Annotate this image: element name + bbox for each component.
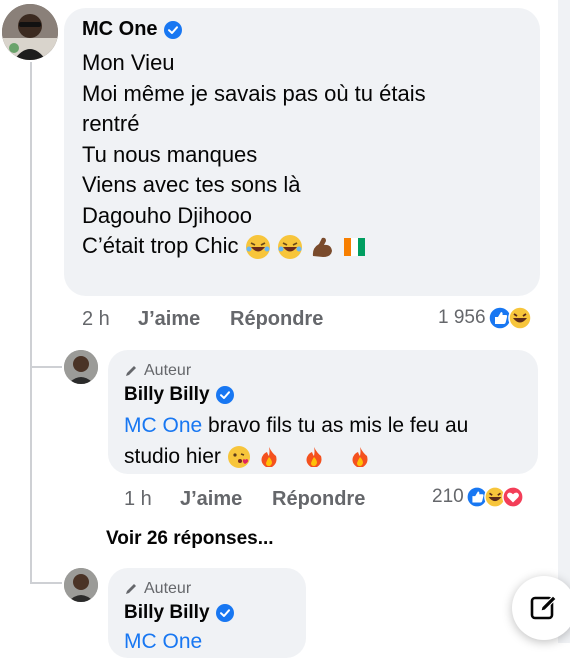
pencil-icon bbox=[126, 584, 136, 594]
reaction-summary[interactable]: 1 956 bbox=[438, 306, 532, 330]
comment-line: Dagouho Djihooo bbox=[82, 202, 253, 228]
author-name[interactable]: MC One bbox=[82, 18, 158, 41]
fire-emoji-icon bbox=[352, 447, 368, 468]
mention-link[interactable]: MC One bbox=[124, 630, 202, 654]
avatar[interactable] bbox=[64, 568, 98, 602]
author-tag-label: Auteur bbox=[144, 580, 192, 597]
thread-branch bbox=[30, 582, 62, 584]
laughing-emoji-icon bbox=[245, 235, 270, 260]
author-tag: Auteur bbox=[124, 580, 191, 598]
fire-emoji-icon bbox=[261, 447, 277, 468]
haha-reaction-icon bbox=[507, 306, 532, 330]
ivory-coast-flag-icon bbox=[344, 238, 366, 257]
reply-bubble: Auteur Billy Billy MC One bravo fils tu … bbox=[108, 350, 538, 474]
reply-line: MC One bravo fils tu as mis le feu au bbox=[124, 410, 468, 441]
avatar[interactable] bbox=[64, 350, 98, 384]
verified-icon bbox=[163, 20, 182, 39]
compose-icon bbox=[530, 595, 557, 620]
flexed-biceps-icon bbox=[312, 237, 332, 258]
reaction-summary[interactable]: 210 bbox=[432, 486, 524, 508]
avatar[interactable] bbox=[2, 4, 58, 60]
reply-time[interactable]: 1 h bbox=[124, 488, 152, 511]
comment-time[interactable]: 2 h bbox=[82, 308, 110, 331]
reaction-count: 1 956 bbox=[438, 307, 486, 328]
comment-line: rentré bbox=[82, 111, 140, 136]
pencil-icon bbox=[126, 366, 136, 376]
verified-icon bbox=[215, 604, 234, 622]
author-tag: Auteur bbox=[124, 362, 191, 380]
reply-button[interactable]: Répondre bbox=[230, 308, 323, 331]
like-button[interactable]: J’aime bbox=[138, 308, 200, 331]
reaction-count: 210 bbox=[432, 486, 464, 507]
reply-bubble: Auteur Billy Billy MC One bbox=[108, 568, 306, 658]
reply-text: MC One bravo fils tu as mis le feu au st… bbox=[124, 410, 468, 472]
love-reaction-icon bbox=[501, 486, 524, 508]
see-more-replies[interactable]: Voir 26 réponses... bbox=[106, 528, 274, 550]
comment-line: Moi même je savais pas où tu étais bbox=[82, 80, 426, 106]
author-name[interactable]: Billy Billy bbox=[124, 384, 210, 406]
comment-line: Tu nous manques bbox=[82, 141, 258, 167]
scroll-area-edge bbox=[558, 0, 570, 643]
kiss-emoji-icon bbox=[227, 446, 250, 469]
thread-branch bbox=[30, 366, 62, 368]
laughing-emoji-icon bbox=[277, 235, 302, 260]
author-tag-label: Auteur bbox=[144, 362, 192, 379]
comment-line: Viens avec tes sons là bbox=[82, 172, 301, 197]
author-name[interactable]: Billy Billy bbox=[124, 602, 210, 624]
fire-emoji-icon bbox=[306, 447, 322, 468]
comment-bubble: MC One Mon Vieu Moi même je savais pas o… bbox=[64, 8, 540, 296]
mention-link[interactable]: MC One bbox=[124, 414, 202, 437]
comment-line: C’était trop Chic bbox=[82, 233, 239, 258]
comment-line: Mon Vieu bbox=[82, 50, 175, 75]
thread-line bbox=[30, 62, 32, 582]
reply-line-text: bravo fils tu as mis le feu au bbox=[202, 414, 469, 437]
compose-button[interactable] bbox=[512, 576, 570, 640]
comment-line-last: C’était trop Chic bbox=[82, 231, 426, 262]
reply-author[interactable]: Billy Billy bbox=[124, 602, 234, 624]
verified-icon bbox=[215, 386, 234, 404]
comment-author[interactable]: MC One bbox=[82, 18, 182, 41]
like-button[interactable]: J’aime bbox=[180, 488, 242, 511]
comment-text: Mon Vieu Moi même je savais pas où tu ét… bbox=[82, 48, 426, 262]
reply-line: studio hier bbox=[124, 441, 468, 472]
reply-line-text: studio hier bbox=[124, 445, 221, 468]
reply-button[interactable]: Répondre bbox=[272, 488, 365, 511]
reply-author[interactable]: Billy Billy bbox=[124, 384, 234, 406]
